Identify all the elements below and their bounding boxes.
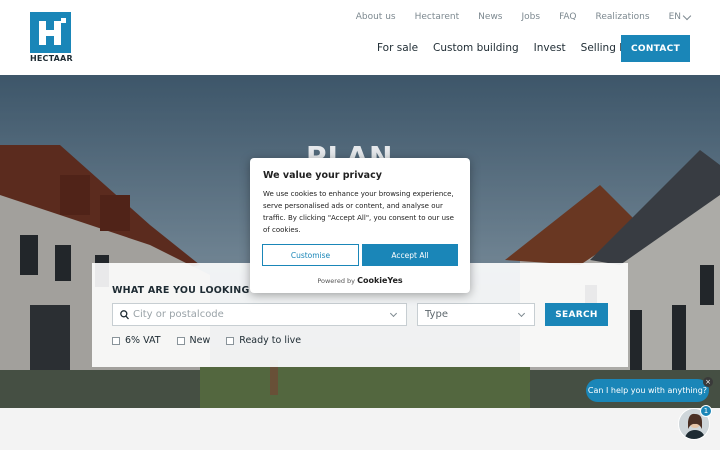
language-label: EN bbox=[668, 12, 681, 22]
brand-logo[interactable]: HECTAAR bbox=[30, 12, 73, 64]
topnav-jobs[interactable]: Jobs bbox=[522, 12, 541, 22]
brand-name: HECTAAR bbox=[30, 54, 73, 63]
city-input[interactable]: City or postalcode bbox=[112, 303, 407, 326]
filter-ready-to-live[interactable]: Ready to live bbox=[226, 335, 301, 346]
accept-all-button[interactable]: Accept All bbox=[362, 244, 458, 266]
page-section-below bbox=[0, 408, 720, 450]
checkbox[interactable] bbox=[112, 336, 120, 345]
filter-6-vat[interactable]: 6% VAT bbox=[112, 335, 161, 346]
checkbox[interactable] bbox=[176, 336, 185, 345]
topnav-about-us[interactable]: About us bbox=[356, 12, 396, 22]
logo-h-icon bbox=[39, 18, 66, 45]
cookie-text: We use cookies to enhance your browsing … bbox=[263, 190, 454, 234]
close-icon[interactable]: × bbox=[703, 377, 713, 387]
nav-custom-building[interactable]: Custom building bbox=[433, 42, 519, 54]
site-header: HECTAAR About us Hectarent News Jobs FAQ… bbox=[0, 0, 720, 75]
city-input-placeholder: City or postalcode bbox=[133, 309, 224, 320]
customise-button[interactable]: Customise bbox=[262, 244, 359, 266]
type-select[interactable]: Type bbox=[417, 303, 535, 326]
cookie-consent-dialog: We value your privacy We use cookies to … bbox=[250, 158, 470, 293]
unread-badge: 1 bbox=[700, 405, 712, 417]
chevron-down-icon bbox=[682, 11, 692, 20]
nav-invest[interactable]: Invest bbox=[534, 42, 566, 54]
type-select-value: Type bbox=[425, 309, 448, 320]
chevron-down-icon bbox=[389, 309, 398, 318]
filter-label: New bbox=[189, 335, 211, 346]
language-selector[interactable]: EN bbox=[668, 11, 692, 22]
topnav-realizations[interactable]: Realizations bbox=[596, 12, 650, 22]
chevron-down-icon bbox=[517, 309, 526, 318]
topnav-news[interactable]: News bbox=[478, 12, 502, 22]
topnav-hectarent[interactable]: Hectarent bbox=[415, 12, 460, 22]
topnav-faq[interactable]: FAQ bbox=[559, 12, 576, 22]
cookie-title: We value your privacy bbox=[263, 170, 382, 181]
search-icon bbox=[120, 310, 129, 320]
main-navigation: For sale Custom building Invest Selling … bbox=[377, 42, 657, 54]
chat-prompt-bubble[interactable]: Can I help you with anything? bbox=[586, 379, 709, 402]
checkbox[interactable] bbox=[226, 336, 235, 345]
search-filters: 6% VAT New Ready to live bbox=[112, 335, 317, 346]
filter-label: 6% VAT bbox=[125, 335, 161, 346]
powered-by: Powered by CookieYes bbox=[250, 276, 470, 285]
filter-label: Ready to live bbox=[239, 335, 302, 346]
search-button[interactable]: SEARCH bbox=[545, 303, 608, 326]
powered-by-label: Powered by bbox=[317, 277, 355, 285]
contact-button[interactable]: CONTACT bbox=[621, 35, 690, 62]
top-navigation: About us Hectarent News Jobs FAQ Realiza… bbox=[337, 11, 692, 22]
cookieyes-logo[interactable]: CookieYes bbox=[357, 276, 403, 285]
nav-for-sale[interactable]: For sale bbox=[377, 42, 418, 54]
filter-new[interactable]: New bbox=[176, 335, 211, 346]
